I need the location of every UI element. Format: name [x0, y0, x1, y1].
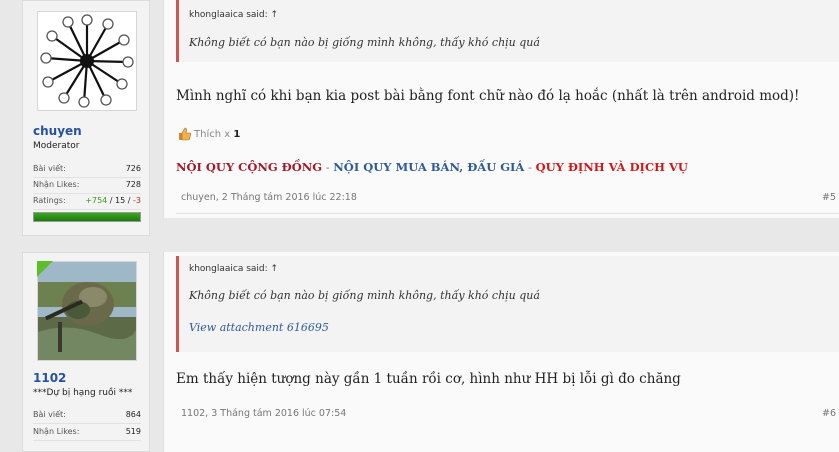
like-label: Thích — [194, 129, 222, 140]
level-bar — [33, 212, 141, 222]
user-sidebar: chuyen Moderator Bài viết: 726 Nhận Like… — [22, 0, 150, 236]
quote-text: Không biết có bạn nào bị giống mình khôn… — [189, 289, 540, 302]
post-message: Mình nghĩ có khi bạn kia post bài bằng f… — [176, 88, 800, 104]
stat-label: Nhận Likes: — [33, 180, 80, 189]
thumbs-up-icon — [179, 127, 192, 141]
quote-block: khonglaaica said: ↑ Không biết có bạn nà… — [176, 256, 839, 352]
divider — [176, 213, 839, 214]
stat-label: Ratings: — [33, 196, 66, 205]
stat-label: Bài viết: — [33, 410, 66, 419]
post-number[interactable]: #6 — [822, 408, 836, 419]
stat-value: 728 — [125, 180, 141, 189]
rules-link-services[interactable]: QUY ĐỊNH VÀ DỊCH VỤ — [536, 160, 688, 174]
user-title: Moderator — [33, 141, 80, 151]
quote-author[interactable]: khonglaaica said: ↑ — [189, 264, 278, 274]
online-indicator — [37, 261, 53, 277]
rating-neutral: 15 — [115, 196, 126, 205]
stat-likes: Nhận Likes: 519 — [33, 425, 141, 441]
ratings-value[interactable]: +754 / 15 / -3 — [85, 196, 141, 205]
network-logo-icon — [40, 14, 134, 108]
stat-value[interactable]: 864 — [126, 410, 141, 419]
stat-value: 519 — [125, 427, 141, 436]
stat-posts: Bài viết: 864 — [33, 408, 141, 424]
quote-text: Không biết có bạn nào bị giống mình khôn… — [189, 36, 540, 49]
rating-positive: +754 — [85, 196, 108, 205]
stat-value[interactable]: 726 — [126, 164, 141, 173]
post-message: Em thấy hiện tượng này gần 1 tuần rồi cơ… — [176, 371, 681, 387]
rating-sep: / — [107, 196, 116, 205]
post-number[interactable]: #5 — [822, 192, 836, 203]
attachment-link[interactable]: View attachment 616695 — [189, 321, 329, 334]
rating-sep: / — [125, 196, 134, 205]
post-meta[interactable]: chuyen, 2 Tháng tám 2016 lúc 22:18 — [181, 192, 357, 203]
stat-likes: Nhận Likes: 728 — [33, 178, 141, 194]
post-5: khonglaaica said: ↑ Không biết có bạn nà… — [163, 0, 839, 218]
stat-ratings: Ratings: +754 / 15 / -3 — [33, 194, 141, 210]
quote-author[interactable]: khonglaaica said: ↑ — [189, 10, 278, 20]
username[interactable]: chuyen — [33, 124, 82, 138]
stat-label: Bài viết: — [33, 164, 66, 173]
rules-link-trade[interactable]: NỘI QUY MUA BÁN, ĐẤU GIÁ — [333, 160, 524, 174]
quote-block: khonglaaica said: ↑ Không biết có bạn nà… — [176, 0, 839, 62]
user-sidebar: 1102 ***Dự bị hạng ruồi *** Bài viết: 86… — [22, 252, 150, 452]
user-title: ***Dự bị hạng ruồi *** — [33, 388, 133, 398]
rules-separator: - — [524, 160, 536, 174]
rules-separator: - — [322, 160, 334, 174]
stat-posts: Bài viết: 726 — [33, 162, 141, 178]
avatar[interactable] — [37, 11, 137, 111]
like-summary[interactable]: Thích x 1 — [178, 127, 240, 141]
username[interactable]: 1102 — [33, 371, 66, 385]
post-meta[interactable]: 1102, 3 Tháng tám 2016 lúc 07:54 — [181, 408, 346, 419]
level-bar-fill — [34, 213, 140, 221]
rules-links: NỘI QUY CỘNG ĐỒNG - NỘI QUY MUA BÁN, ĐẤU… — [176, 160, 688, 174]
rating-negative: -3 — [133, 196, 141, 205]
like-count: 1 — [233, 129, 241, 140]
stat-label: Nhận Likes: — [33, 427, 80, 436]
rules-link-community[interactable]: NỘI QUY CỘNG ĐỒNG — [176, 160, 322, 174]
post-6: khonglaaica said: ↑ Không biết có bạn nà… — [163, 252, 839, 452]
like-x: x — [224, 129, 231, 140]
